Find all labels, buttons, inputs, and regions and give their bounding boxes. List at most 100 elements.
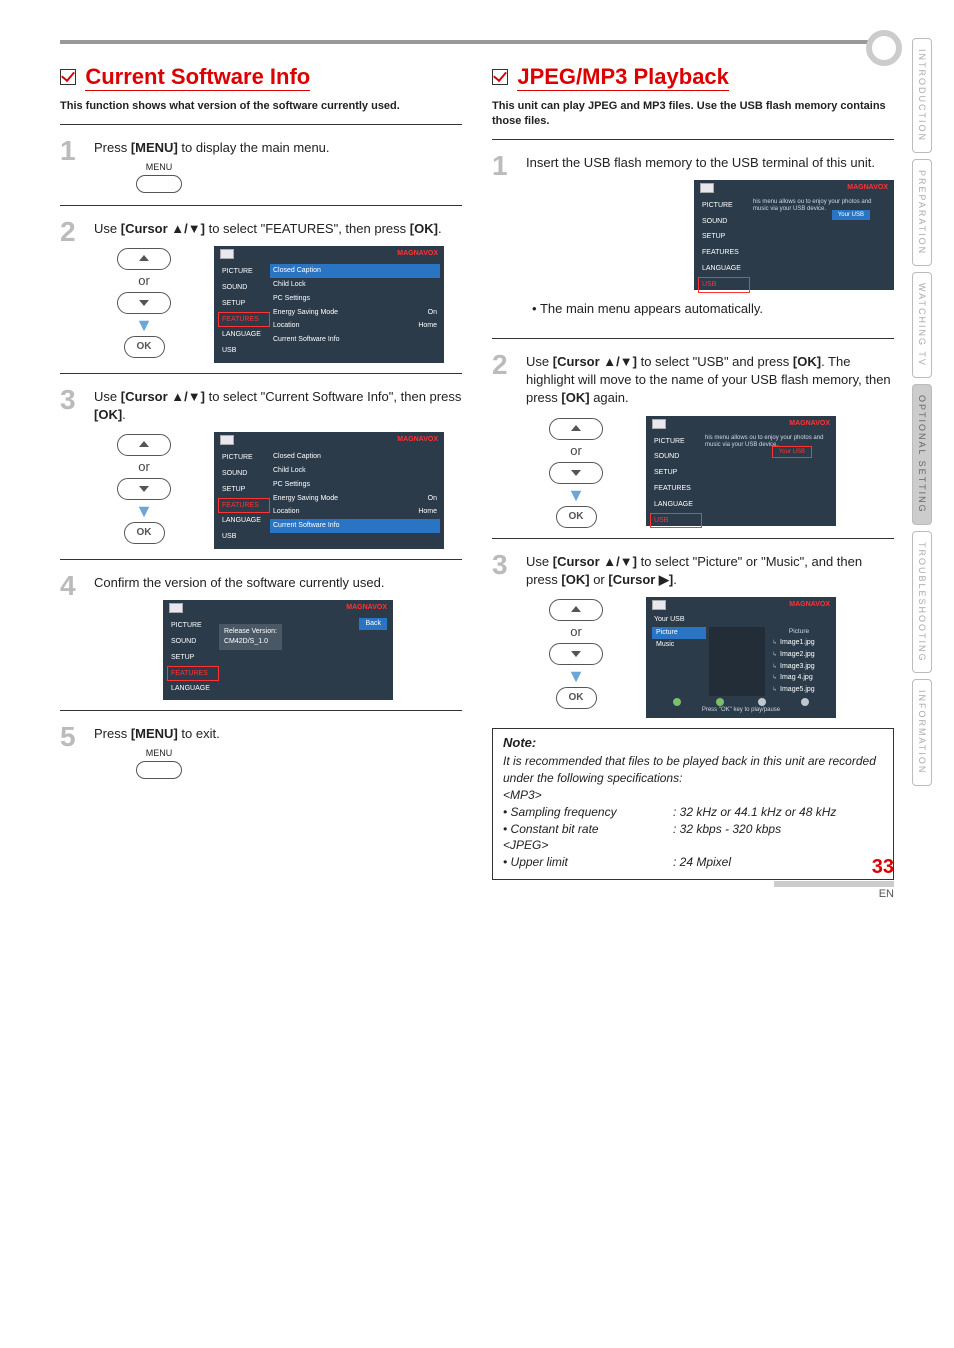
menu-button-pill <box>136 175 182 193</box>
side-row: SETUP <box>650 465 702 481</box>
side-row: LANGUAGE <box>650 497 702 513</box>
brand-label: MAGNAVOX <box>789 600 830 610</box>
left-step-3: 3 Use [Cursor ▲/▼] to select "Current So… <box>60 388 462 549</box>
top-rule <box>60 40 894 44</box>
fb-preview-panel <box>709 627 765 696</box>
brand-label: MAGNAVOX <box>397 435 438 445</box>
right-column: JPEG/MP3 Playback This unit can play JPE… <box>492 64 894 880</box>
tab-preparation: PREPARATION <box>912 159 932 266</box>
side-row: LANGUAGE <box>218 513 270 529</box>
doc-icon <box>652 600 666 610</box>
cursor-down-icon <box>549 462 603 484</box>
step-number: 3 <box>60 388 82 549</box>
side-row: PICTURE <box>218 264 270 280</box>
doc-icon <box>169 603 183 613</box>
menu-row: LocationHome <box>270 319 440 333</box>
menu-row: PC Settings <box>270 292 440 306</box>
dpad-graphic: or ▼ OK <box>94 246 194 358</box>
left-step-2: 2 Use [Cursor ▲/▼] to select "FEATURES",… <box>60 220 462 363</box>
step-number: 4 <box>60 574 82 700</box>
side-row: USB <box>218 343 270 359</box>
dpad-graphic: or ▼ OK <box>526 597 626 709</box>
ok-button-graphic: OK <box>124 522 165 544</box>
menu-button-label: MENU <box>124 163 194 173</box>
fb-file-row: ↳Image1.jpg <box>768 637 830 649</box>
spec-row: • Constant bit rate: 32 kbps - 320 kbps <box>503 821 883 838</box>
step-body: Use [Cursor ▲/▼] to select "USB" and pre… <box>526 353 894 528</box>
right-step-2: 2 Use [Cursor ▲/▼] to select "USB" and p… <box>492 353 894 528</box>
step-body: Use [Cursor ▲/▼] to select "Picture" or … <box>526 553 894 719</box>
side-row-hl: FEATURES <box>167 666 219 682</box>
left-step-1: 1 Press [MENU] to display the main menu.… <box>60 139 462 195</box>
cursor-up-icon <box>549 599 603 621</box>
menu-button-pill <box>136 761 182 779</box>
side-row-hl: USB <box>698 277 750 293</box>
step-number: 2 <box>60 220 82 363</box>
key-menu: [MENU] <box>131 140 178 155</box>
tab-troubleshooting: TROUBLESHOOTING <box>912 531 932 674</box>
side-row: LANGUAGE <box>698 261 750 277</box>
page-number: 33 <box>774 856 894 879</box>
side-row: FEATURES <box>650 481 702 497</box>
side-row: LANGUAGE <box>167 681 219 697</box>
tab-introduction: INTRODUCTION <box>912 38 932 153</box>
text: to select "Current Software Info", then … <box>205 389 461 404</box>
left-step-5: 5 Press [MENU] to exit. MENU <box>60 725 462 781</box>
section-heading-left: Current Software Info <box>60 64 462 95</box>
step-body: Insert the USB flash memory to the USB t… <box>526 154 894 328</box>
side-row: LANGUAGE <box>218 327 270 343</box>
text: . <box>122 407 126 422</box>
fb-left-row: Music <box>652 639 706 651</box>
cursor-up-icon <box>549 418 603 440</box>
divider <box>492 538 894 539</box>
brand-label: MAGNAVOX <box>397 249 438 259</box>
step-number: 3 <box>492 553 514 719</box>
side-row: SETUP <box>698 229 750 245</box>
side-row: PICTURE <box>650 434 702 450</box>
flow-arrow-icon: ▼ <box>94 316 194 334</box>
flow-arrow-icon: ▼ <box>526 486 626 504</box>
side-row: USB <box>218 529 270 545</box>
or-label: or <box>94 272 194 290</box>
fb-file-row: ↳Image2.jpg <box>768 649 830 661</box>
side-row-hl: FEATURES <box>218 312 270 328</box>
tv-menu-screenshot: MAGNAVOX Back PICTURE SOUND SETUP FEATUR… <box>163 600 393 700</box>
key-ok: [OK] <box>94 407 122 422</box>
menu-row: LocationHome <box>270 505 440 519</box>
tick-icon: ↳ <box>772 664 777 670</box>
usb-tag: Your USB <box>832 210 870 220</box>
key-ok: [OK] <box>793 354 821 369</box>
text: Use <box>94 389 121 404</box>
title-current-software-info: Current Software Info <box>85 64 310 91</box>
fb-col-title: Picture <box>768 627 830 637</box>
ok-button-graphic: OK <box>556 506 597 528</box>
menu-row-hl: Current Software Info <box>270 519 440 533</box>
page-footer: 33 EN <box>774 856 894 900</box>
brand-label: MAGNAVOX <box>847 183 888 193</box>
side-row: PICTURE <box>218 450 270 466</box>
sidebar-tabs: INTRODUCTION PREPARATION WATCHING TV OPT… <box>912 38 944 792</box>
text: Use <box>94 221 121 236</box>
tick-icon: ↳ <box>772 640 777 646</box>
tv-menu-screenshot: MAGNAVOX PICTURE SOUND SETUP FEATURES LA… <box>214 246 444 363</box>
divider <box>60 124 462 125</box>
menu-row: Current Software Info <box>270 333 440 347</box>
step-number: 5 <box>60 725 82 781</box>
tv-menu-screenshot: MAGNAVOX Your USB PICTURE SOUND SETUP FE… <box>694 180 894 290</box>
tv-menu-screenshot: MAGNAVOX PICTURE SOUND SETUP FEATURES LA… <box>214 432 444 549</box>
tab-optional-setting: OPTIONAL SETTING <box>912 384 932 525</box>
right-step-3: 3 Use [Cursor ▲/▼] to select "Picture" o… <box>492 553 894 719</box>
doc-icon <box>220 435 234 445</box>
fb-file-row: ↳Image5.jpg <box>768 684 830 696</box>
key-ok: [OK] <box>561 572 589 587</box>
divider <box>60 373 462 374</box>
cursor-up-icon <box>117 248 171 270</box>
dot-icon <box>716 698 724 706</box>
key-menu: [MENU] <box>131 726 178 741</box>
brand-label: MAGNAVOX <box>789 419 830 429</box>
note-heading: Note: <box>503 735 883 750</box>
text: to exit. <box>178 726 220 741</box>
text: Use <box>526 554 553 569</box>
side-row: SOUND <box>167 634 219 650</box>
side-row: SOUND <box>698 214 750 230</box>
